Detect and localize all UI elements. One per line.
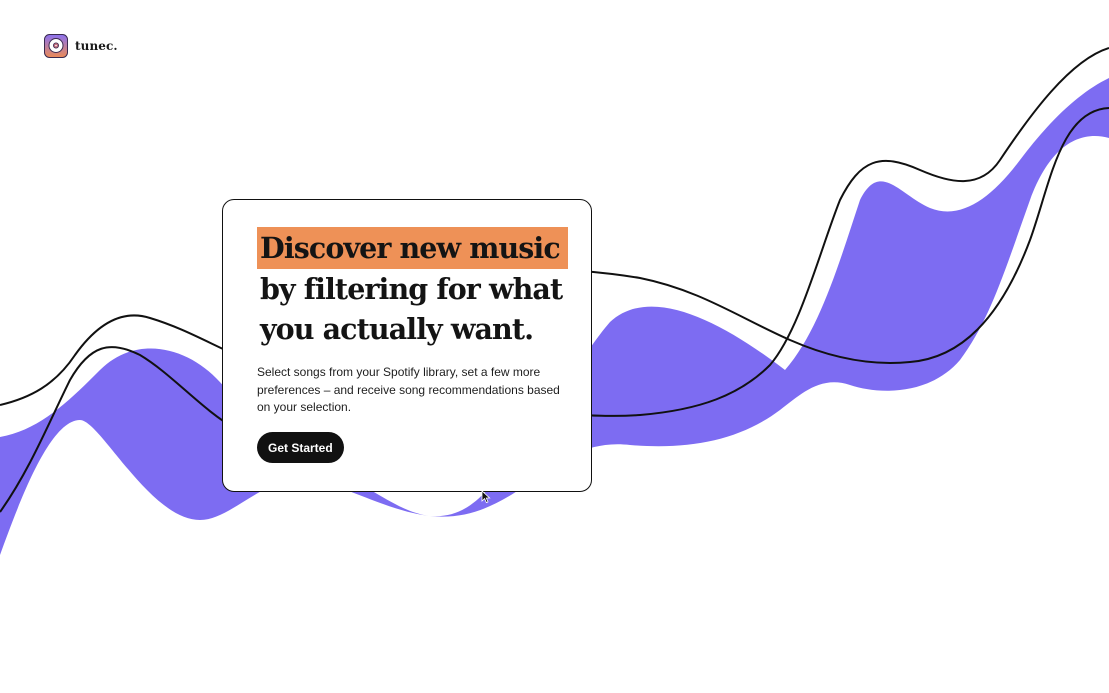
- headline-highlight: Discover new music: [257, 227, 568, 269]
- hero-headline: Discover new music by filtering for what…: [257, 227, 568, 349]
- get-started-button[interactable]: Get Started: [257, 432, 344, 463]
- record-icon: [44, 34, 68, 58]
- headline-line-2: by filtering for what: [260, 272, 563, 306]
- cursor-icon: [481, 490, 491, 504]
- hero-description: Select songs from your Spotify library, …: [257, 365, 560, 414]
- hero-card: Discover new music by filtering for what…: [222, 199, 592, 492]
- brand-name: tunec.: [75, 39, 118, 53]
- landing-page: tunec. Discover new music by filtering f…: [0, 0, 1109, 693]
- brand-logo[interactable]: tunec.: [44, 34, 118, 58]
- headline-line-3: you actually want.: [260, 312, 534, 346]
